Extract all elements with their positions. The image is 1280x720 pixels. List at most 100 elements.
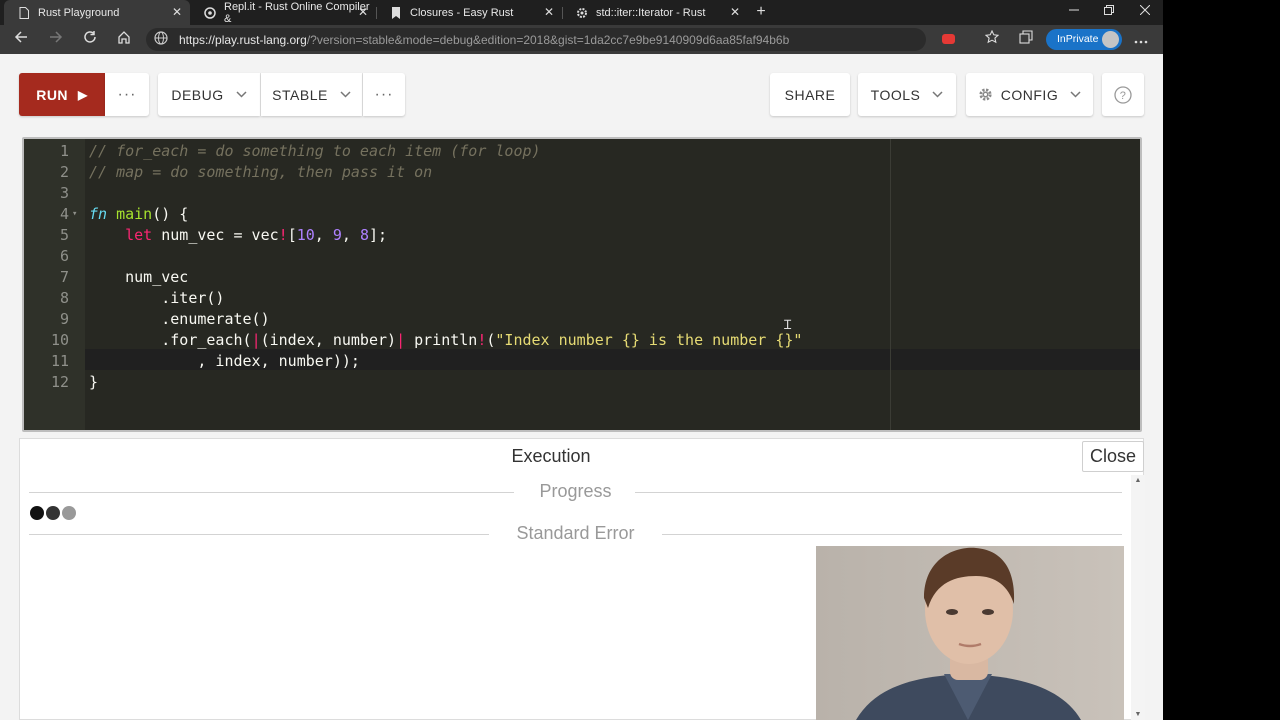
code-text: fn main() { xyxy=(89,205,189,223)
chevron-down-icon xyxy=(340,89,351,101)
code-text: .for_each(|(index, number)| println!("In… xyxy=(89,331,803,349)
tab-strip: Rust Playground ✕ Repl.it - Rust Online … xyxy=(0,0,1163,25)
code-line[interactable]: 4 ▾ fn main() { xyxy=(24,204,1140,225)
tools-dropdown[interactable]: TOOLS xyxy=(858,73,956,116)
chevron-down-icon xyxy=(932,89,943,101)
back-icon[interactable] xyxy=(11,30,31,50)
home-icon[interactable] xyxy=(114,30,134,50)
advanced-options-button[interactable]: ··· xyxy=(363,73,405,116)
tab-closures[interactable]: Closures - Easy Rust ✕ xyxy=(376,0,562,25)
presenter-image xyxy=(816,546,1124,720)
mode-dropdown[interactable]: DEBUG xyxy=(158,73,260,116)
code-text: .iter() xyxy=(89,289,225,307)
close-tab-icon[interactable]: ✕ xyxy=(356,6,370,19)
ellipsis-icon: ··· xyxy=(117,85,137,103)
code-line[interactable]: 12} xyxy=(24,372,1140,393)
code-text: , index, number)); xyxy=(89,352,360,370)
code-line[interactable]: 7 num_vec xyxy=(24,267,1140,288)
line-number: 6 xyxy=(59,247,69,265)
letterbox-bar xyxy=(1163,0,1280,720)
avatar-icon xyxy=(1102,31,1119,48)
progress-section-header: Progress xyxy=(29,481,1122,503)
favorites-star-icon[interactable] xyxy=(982,29,1002,50)
refresh-icon[interactable] xyxy=(80,30,100,50)
video-extension-icon[interactable] xyxy=(942,34,955,44)
inprivate-badge[interactable]: InPrivate xyxy=(1046,29,1122,50)
globe-icon xyxy=(154,31,168,48)
fold-arrow-icon[interactable]: ▾ xyxy=(72,204,77,225)
url-query: /?version=stable&mode=debug&edition=2018… xyxy=(306,33,790,47)
line-number: 3 xyxy=(59,184,69,202)
navigation-bar: https://play.rust-lang.org/?version=stab… xyxy=(0,25,1163,54)
channel-dropdown[interactable]: STABLE xyxy=(261,73,362,116)
close-tab-icon[interactable]: ✕ xyxy=(728,6,742,19)
code-line[interactable]: 11 , index, number)); xyxy=(24,351,1140,372)
close-tab-icon[interactable]: ✕ xyxy=(170,6,184,19)
tools-label: TOOLS xyxy=(870,86,921,103)
config-dropdown[interactable]: CONFIG xyxy=(966,73,1093,116)
inprivate-label: InPrivate xyxy=(1057,33,1099,45)
text-cursor-icon: Ɪ xyxy=(784,318,792,333)
line-number: 12 xyxy=(50,373,69,391)
code-line[interactable]: 1 // for_each = do something to each item… xyxy=(24,141,1140,162)
run-options-button[interactable]: ··· xyxy=(105,73,149,116)
output-scrollbar[interactable]: ▲ ▼ xyxy=(1131,475,1145,720)
tab-title: std::iter::Iterator - Rust xyxy=(596,6,706,19)
code-line[interactable]: 8 .iter() xyxy=(24,288,1140,309)
code-text: } xyxy=(89,373,99,391)
code-line[interactable]: 2 // map = do something, then pass it on xyxy=(24,162,1140,183)
code-line[interactable]: 3 xyxy=(24,183,1140,204)
code-editor[interactable]: 1 // for_each = do something to each item… xyxy=(22,137,1142,432)
tab-title: Closures - Easy Rust xyxy=(410,6,514,19)
help-button[interactable]: ? xyxy=(1102,73,1144,116)
line-number: 10 xyxy=(50,331,69,349)
browser-window: Rust Playground ✕ Repl.it - Rust Online … xyxy=(0,0,1163,720)
code-text: // map = do something, then pass it on xyxy=(89,163,433,181)
webcam-overlay xyxy=(816,546,1124,720)
close-tab-icon[interactable]: ✕ xyxy=(542,6,556,19)
new-tab-button[interactable]: + xyxy=(752,3,770,21)
share-button[interactable]: SHARE xyxy=(770,73,850,116)
play-icon: ▶ xyxy=(78,87,88,102)
more-options-icon[interactable] xyxy=(1131,30,1151,50)
restore-icon[interactable] xyxy=(1098,2,1120,20)
help-icon: ? xyxy=(1114,85,1132,104)
loader-dot xyxy=(46,506,60,520)
minimize-icon[interactable] xyxy=(1063,2,1085,20)
divider xyxy=(662,534,1122,535)
code-line[interactable]: 9 .enumerate() xyxy=(24,309,1140,330)
line-number: 11 xyxy=(50,352,69,370)
code-text: let num_vec = vec![10, 9, 8]; xyxy=(125,226,388,244)
url-host: https://play.rust-lang.org xyxy=(179,33,307,47)
loading-indicator xyxy=(30,506,76,520)
line-number: 1 xyxy=(59,142,69,160)
address-bar[interactable]: https://play.rust-lang.org/?version=stab… xyxy=(146,28,926,51)
tab-replit[interactable]: Repl.it - Rust Online Compiler & ✕ xyxy=(190,0,376,25)
document-icon xyxy=(18,6,30,19)
code-line[interactable]: 6 xyxy=(24,246,1140,267)
channel-label: STABLE xyxy=(272,86,328,103)
code-line[interactable]: 10 .for_each(|(index, number)| println!(… xyxy=(24,330,1140,351)
scroll-down-icon[interactable]: ▼ xyxy=(1131,711,1145,718)
close-output-button[interactable]: Close xyxy=(1082,441,1144,472)
help-glyph: ? xyxy=(1120,90,1127,102)
window-close-icon[interactable] xyxy=(1134,2,1156,20)
replit-icon xyxy=(204,6,216,19)
ellipsis-icon: ··· xyxy=(374,85,394,103)
mode-label: DEBUG xyxy=(171,86,224,103)
tab-title: Rust Playground xyxy=(38,6,120,19)
chevron-down-icon xyxy=(236,89,247,101)
loader-dot xyxy=(62,506,76,520)
forward-icon[interactable] xyxy=(46,30,66,50)
playground-header: RUN ▶ ··· DEBUG STABLE ··· SHARE TOOLS C… xyxy=(0,54,1163,136)
code-line[interactable]: 5 let num_vec = vec![10, 9, 8]; xyxy=(24,225,1140,246)
run-button[interactable]: RUN ▶ xyxy=(19,73,105,116)
line-number: 9 xyxy=(59,310,69,328)
tab-rust-playground[interactable]: Rust Playground ✕ xyxy=(4,0,190,25)
tab-iterator[interactable]: std::iter::Iterator - Rust ✕ xyxy=(562,0,748,25)
scroll-up-icon[interactable]: ▲ xyxy=(1131,477,1145,484)
collections-icon[interactable] xyxy=(1016,30,1036,50)
config-label: CONFIG xyxy=(1000,86,1059,103)
stderr-section-header: Standard Error xyxy=(29,523,1122,545)
code-text: num_vec xyxy=(89,268,189,286)
